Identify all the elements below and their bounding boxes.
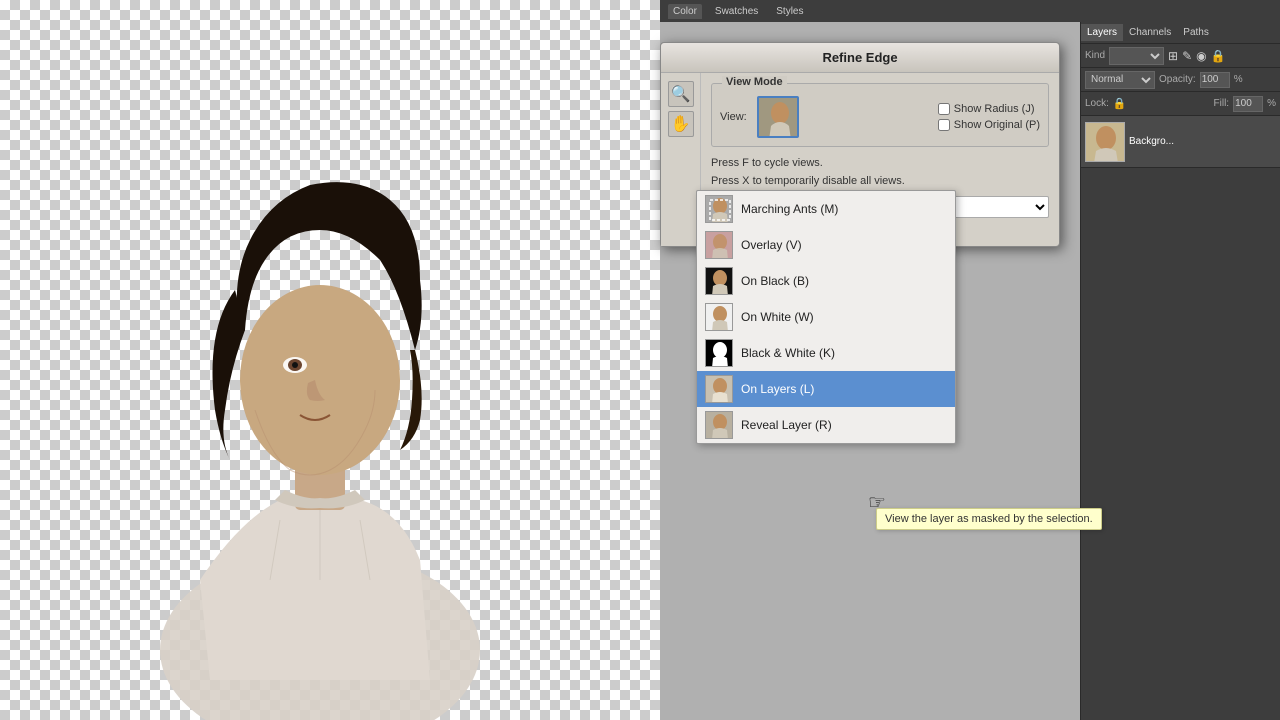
- dropdown-item-on-layers[interactable]: On Layers (L): [697, 371, 955, 407]
- show-radius-row: Show Radius (J): [938, 103, 1040, 115]
- opacity-label: Opacity:: [1159, 74, 1196, 85]
- reveal-layer-label: Reveal Layer (R): [741, 418, 832, 432]
- dropdown-item-overlay[interactable]: Overlay (V): [697, 227, 955, 263]
- black-white-thumb: [705, 339, 733, 367]
- lock-label: Lock:: [1085, 98, 1109, 109]
- show-original-label: Show Original (P): [954, 119, 1040, 131]
- show-radius-label: Show Radius (J): [954, 103, 1035, 115]
- black-white-label: Black & White (K): [741, 346, 835, 360]
- overlay-thumb: [705, 231, 733, 259]
- layer-thumbnail: [1085, 122, 1125, 162]
- on-layers-thumb: [705, 375, 733, 403]
- dialog-title: Refine Edge: [661, 43, 1059, 73]
- tooltip: View the layer as masked by the selectio…: [876, 508, 1102, 530]
- view-label: View:: [720, 111, 747, 123]
- show-radius-checkbox[interactable]: [938, 103, 950, 115]
- layer-name: Backgro...: [1129, 136, 1276, 147]
- on-black-label: On Black (B): [741, 274, 809, 288]
- filter-icon-2: ✎: [1182, 49, 1192, 63]
- show-original-row: Show Original (P): [938, 119, 1040, 131]
- opacity-input[interactable]: [1200, 72, 1230, 88]
- view-thumbnail[interactable]: [757, 96, 799, 138]
- fill-percent: %: [1267, 98, 1276, 109]
- layers-tab[interactable]: Layers: [1081, 24, 1123, 41]
- show-original-checkbox[interactable]: [938, 119, 950, 131]
- dropdown-item-on-black[interactable]: On Black (B): [697, 263, 955, 299]
- swatches-tab[interactable]: Swatches: [710, 4, 763, 19]
- dropdown-item-on-white[interactable]: On White (W): [697, 299, 955, 335]
- styles-tab[interactable]: Styles: [771, 4, 808, 19]
- person-image: [0, 0, 660, 720]
- paths-tab[interactable]: Paths: [1177, 24, 1215, 41]
- kind-label: Kind: [1085, 50, 1105, 61]
- fill-input[interactable]: [1233, 96, 1263, 112]
- dropdown-item-marching-ants[interactable]: Marching Ants (M): [697, 191, 955, 227]
- marching-ants-label: Marching Ants (M): [741, 202, 838, 216]
- opacity-percent: %: [1234, 74, 1243, 85]
- on-black-thumb: [705, 267, 733, 295]
- cycle-text: Press F to cycle views. Press X to tempo…: [711, 155, 1049, 190]
- filter-icon-4: 🔒: [1211, 49, 1226, 63]
- mode-select[interactable]: Normal: [1085, 71, 1155, 89]
- color-tab[interactable]: Color: [668, 4, 702, 19]
- dropdown-item-black-white[interactable]: Black & White (K): [697, 335, 955, 371]
- overlay-label: Overlay (V): [741, 238, 802, 252]
- reveal-layer-thumb: [705, 411, 733, 439]
- filter-icon-3: ◉: [1196, 49, 1206, 63]
- on-layers-label: On Layers (L): [741, 382, 814, 396]
- filter-icon-1: ⊞: [1168, 49, 1178, 63]
- channels-tab[interactable]: Channels: [1123, 24, 1177, 41]
- view-mode-group-label: View Mode: [722, 76, 787, 88]
- dropdown-item-reveal-layer[interactable]: Reveal Layer (R): [697, 407, 955, 443]
- kind-select[interactable]: [1109, 47, 1164, 65]
- zoom-tool[interactable]: 🔍: [668, 81, 694, 107]
- lock-icon: 🔒: [1113, 97, 1127, 110]
- hand-tool[interactable]: ✋: [668, 111, 694, 137]
- on-white-label: On White (W): [741, 310, 814, 324]
- canvas-area: [0, 0, 660, 720]
- marching-ants-thumb: [705, 195, 733, 223]
- view-mode-dropdown: Marching Ants (M) Overlay (V) On Black (…: [696, 190, 956, 444]
- fill-label: Fill:: [1214, 98, 1230, 109]
- on-white-thumb: [705, 303, 733, 331]
